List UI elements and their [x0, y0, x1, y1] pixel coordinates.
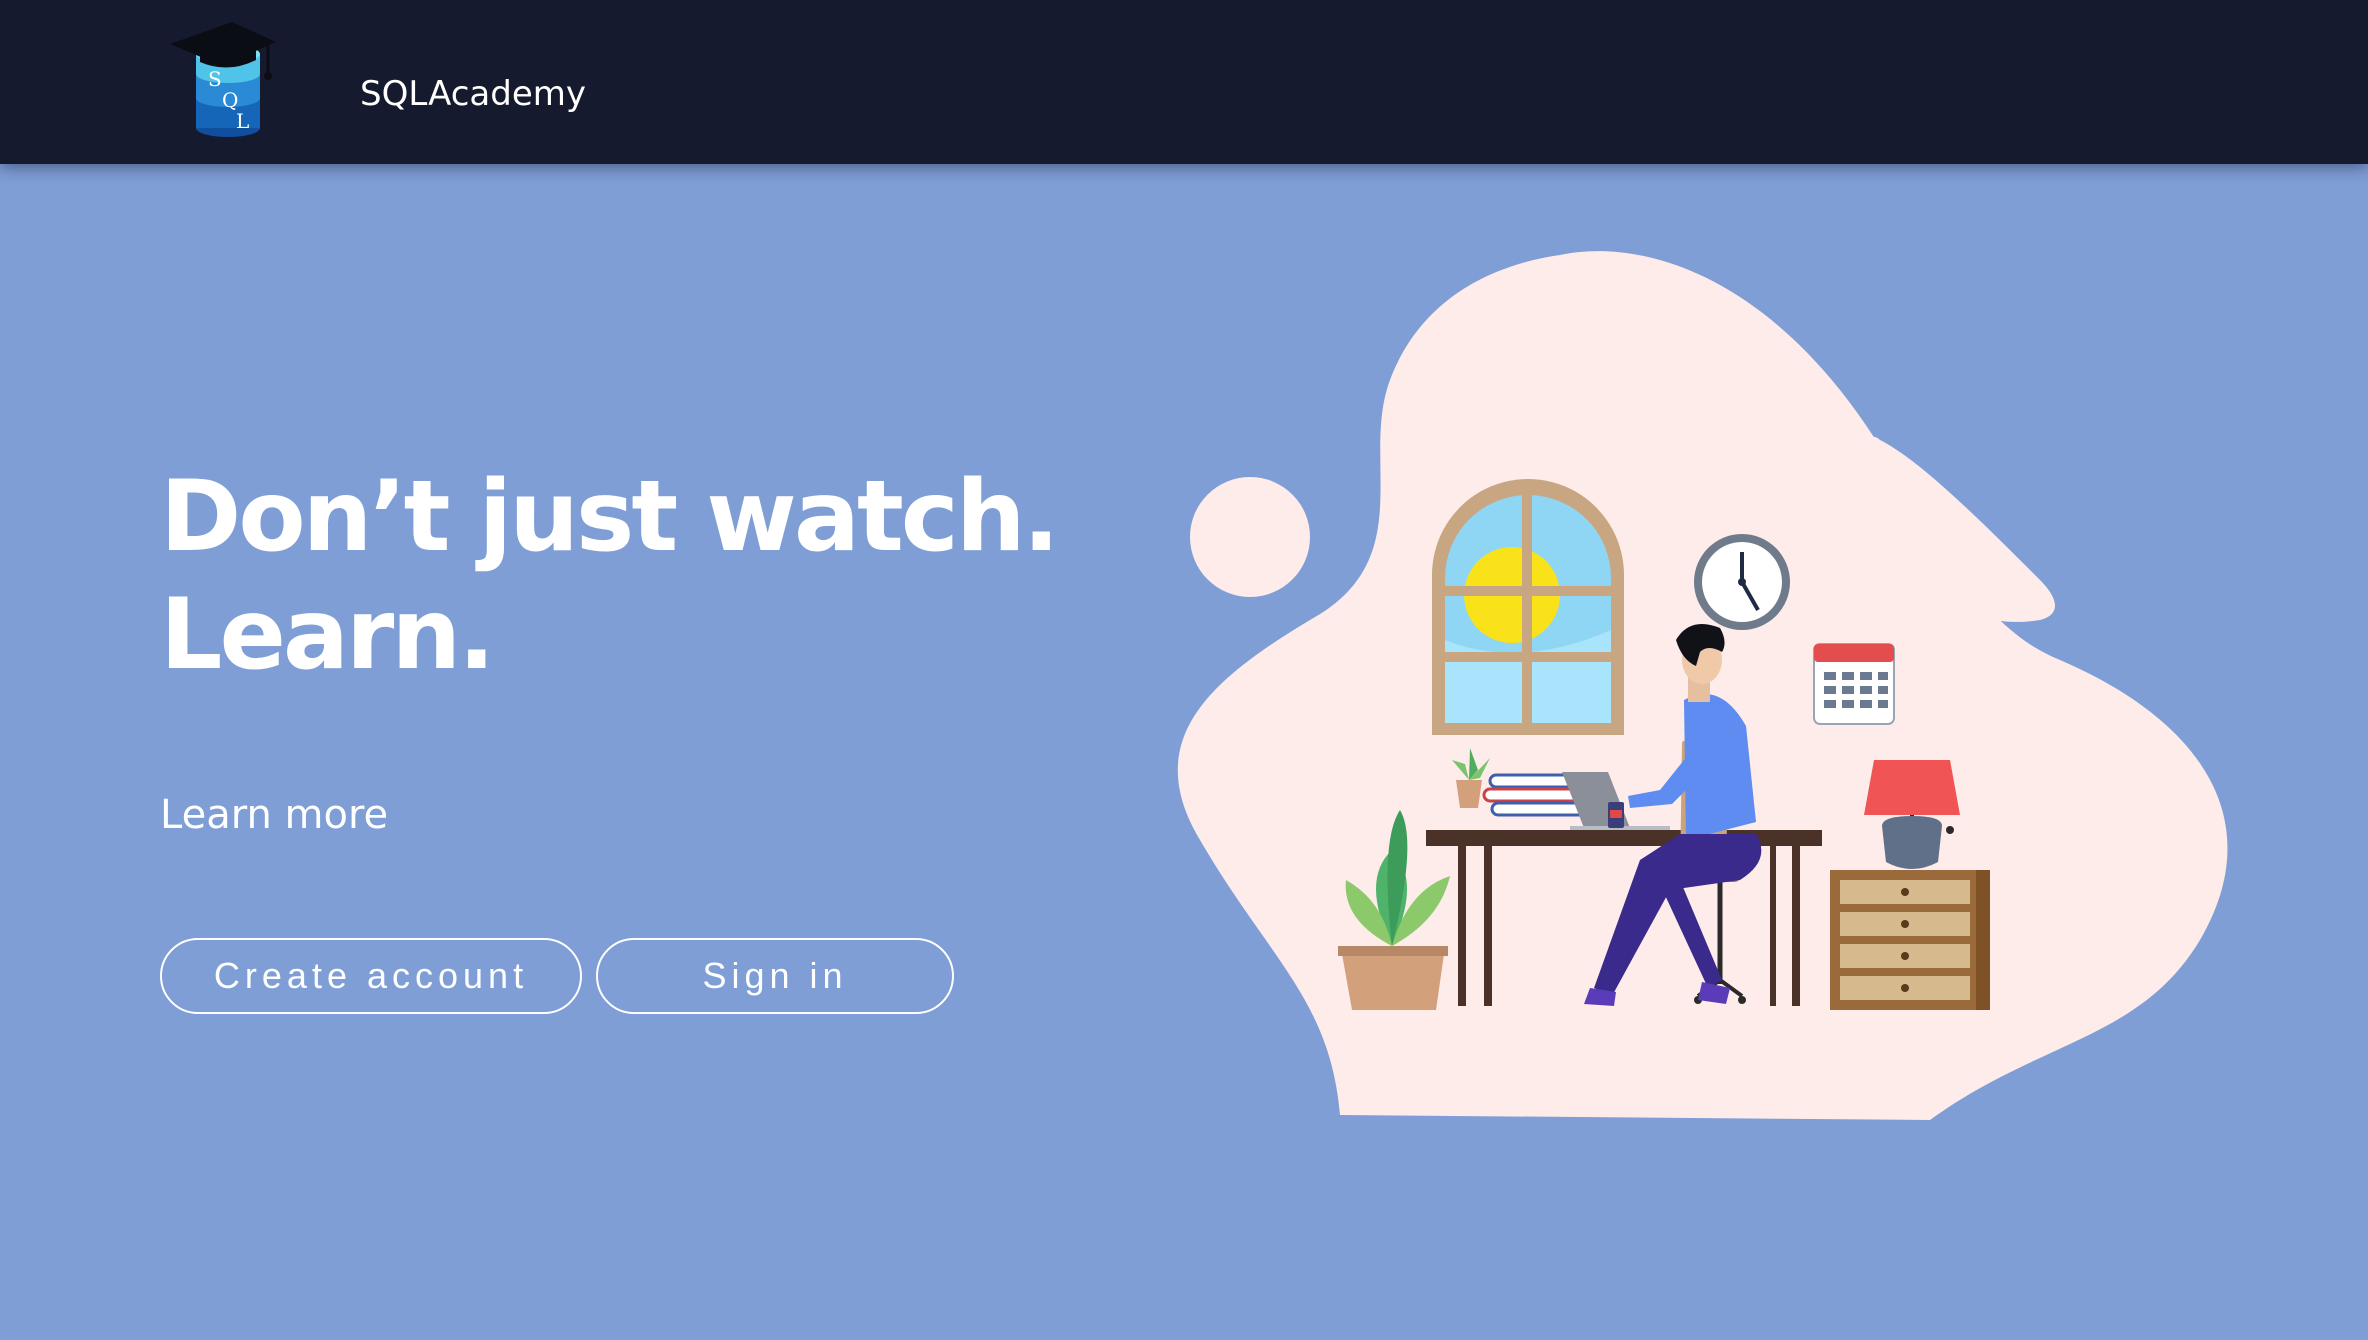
- coffee-cup-icon: [1608, 802, 1624, 828]
- blob-dot: [1190, 477, 1310, 597]
- sql-academy-logo[interactable]: S Q L: [160, 14, 290, 144]
- drawer-cabinet-icon: [1830, 870, 1990, 1010]
- logo-letter-l: L: [236, 109, 249, 133]
- workspace-illustration: [1177, 251, 2228, 1121]
- top-navbar: S Q L SQLAcademy: [0, 0, 2368, 164]
- calendar-icon: [1813, 643, 1895, 725]
- sign-in-button[interactable]: Sign in: [596, 938, 954, 1014]
- wall-clock-icon: [1694, 534, 1790, 630]
- create-account-button[interactable]: Create account: [160, 938, 582, 1014]
- hero-headline: Don’t just watch. Learn.: [160, 458, 1060, 694]
- brand-name-link[interactable]: SQLAcademy: [360, 74, 586, 114]
- window-icon: [1432, 479, 1624, 735]
- logo-letter-s: S: [208, 67, 222, 91]
- hero-headline-line1: Don’t just watch.: [160, 460, 1060, 574]
- hero-headline-line2: Learn.: [160, 578, 495, 692]
- learn-more-link[interactable]: Learn more: [160, 792, 388, 838]
